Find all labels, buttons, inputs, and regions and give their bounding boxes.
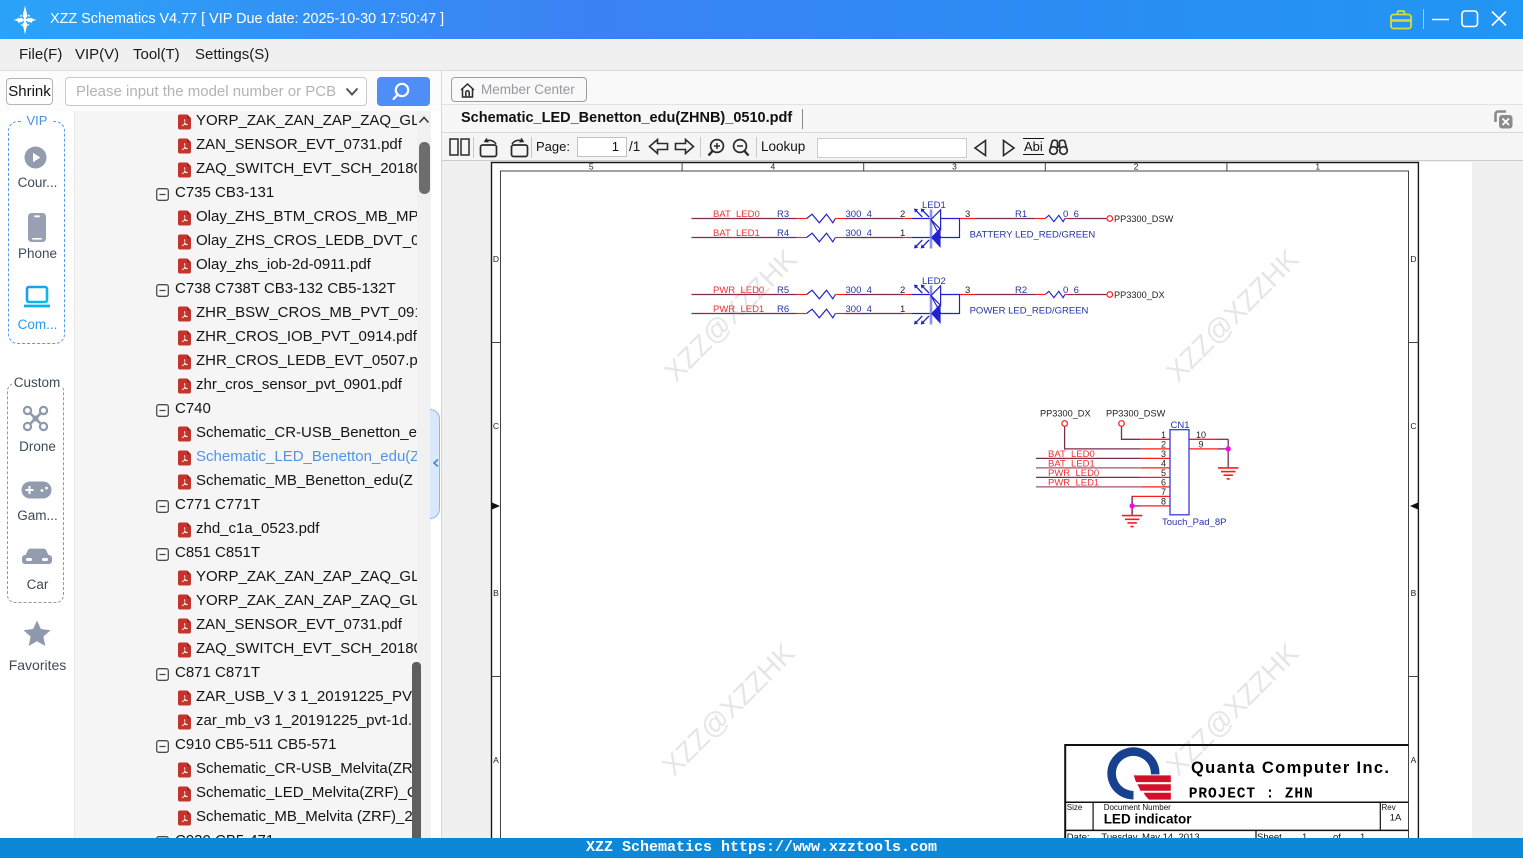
svg-text:9: 9 (1199, 439, 1204, 449)
svg-text:Quanta Computer Inc.: Quanta Computer Inc. (1191, 759, 1390, 777)
svg-text:R2: R2 (1015, 285, 1027, 296)
svg-text:PWR_LED0: PWR_LED0 (713, 285, 764, 296)
svg-text:XZZ@XZZHK: XZZ@XZZHK (1160, 243, 1305, 388)
svg-text:Touch_Pad_8P: Touch_Pad_8P (1162, 517, 1226, 528)
svg-text:1: 1 (1161, 430, 1166, 440)
svg-text:LED2: LED2 (922, 276, 946, 287)
svg-text:5: 5 (589, 162, 594, 172)
svg-text:0_6: 0_6 (1063, 209, 1079, 220)
svg-text:8: 8 (1161, 496, 1166, 506)
svg-text:7: 7 (1161, 487, 1166, 497)
svg-text:D: D (493, 254, 499, 264)
svg-text:1: 1 (900, 228, 905, 239)
svg-text:1: 1 (1315, 162, 1320, 172)
svg-text:3: 3 (952, 162, 957, 172)
svg-text:300_4: 300_4 (846, 209, 872, 220)
svg-text:B: B (1411, 588, 1417, 598)
svg-text:PP3300_DX: PP3300_DX (1114, 290, 1165, 300)
svg-text:B: B (493, 588, 499, 598)
svg-text:A: A (1411, 755, 1417, 765)
svg-text:R5: R5 (777, 285, 789, 296)
svg-text:LED1: LED1 (922, 200, 946, 211)
svg-text:1A: 1A (1390, 813, 1402, 824)
svg-text:BAT_LED0: BAT_LED0 (713, 209, 760, 220)
svg-text:300_4: 300_4 (846, 285, 872, 296)
svg-text:Size: Size (1067, 803, 1083, 812)
svg-text:300_4: 300_4 (846, 304, 872, 315)
svg-text:C: C (1410, 421, 1416, 431)
svg-text:PWR_LED1: PWR_LED1 (713, 304, 764, 315)
svg-text:CN1: CN1 (1171, 420, 1190, 431)
svg-text:Rev: Rev (1382, 803, 1396, 812)
svg-text:4: 4 (771, 162, 776, 172)
svg-text:300_4: 300_4 (846, 228, 872, 239)
svg-text:XZZ@XZZHK: XZZ@XZZHK (658, 243, 803, 388)
svg-text:2: 2 (900, 285, 905, 296)
svg-text:LED indicator: LED indicator (1104, 812, 1193, 827)
svg-text:R3: R3 (777, 209, 789, 220)
svg-text:2: 2 (900, 209, 905, 220)
svg-text:POWER LED_RED/GREEN: POWER LED_RED/GREEN (970, 306, 1089, 317)
svg-text:6: 6 (1161, 477, 1166, 487)
svg-text:R1: R1 (1015, 209, 1027, 220)
svg-text:3: 3 (965, 209, 970, 220)
svg-text:D: D (1410, 254, 1416, 264)
svg-text:3: 3 (965, 285, 970, 296)
svg-text:A: A (493, 755, 499, 765)
svg-text:PWR_LED1: PWR_LED1 (1048, 477, 1099, 488)
svg-text:C: C (493, 421, 499, 431)
svg-text:PROJECT : ZHN: PROJECT : ZHN (1189, 787, 1314, 803)
svg-text:10: 10 (1196, 430, 1206, 440)
svg-text:5: 5 (1161, 468, 1166, 478)
svg-text:PP3300_DX: PP3300_DX (1040, 409, 1091, 419)
svg-text:R4: R4 (777, 228, 789, 239)
svg-text:2: 2 (1134, 162, 1139, 172)
svg-text:BAT_LED1: BAT_LED1 (713, 228, 760, 239)
svg-text:XZZ@XZZHK: XZZ@XZZHK (656, 637, 801, 782)
svg-text:PP3300_DSW: PP3300_DSW (1106, 409, 1166, 419)
svg-text:PP3300_DSW: PP3300_DSW (1114, 214, 1174, 224)
svg-text:R6: R6 (777, 304, 789, 315)
svg-text:BATTERY LED_RED/GREEN: BATTERY LED_RED/GREEN (970, 230, 1096, 241)
svg-text:0_6: 0_6 (1063, 285, 1079, 296)
svg-text:4: 4 (1161, 458, 1166, 468)
svg-text:3: 3 (1161, 449, 1166, 459)
svg-text:1: 1 (900, 304, 905, 315)
svg-text:2: 2 (1161, 439, 1166, 449)
